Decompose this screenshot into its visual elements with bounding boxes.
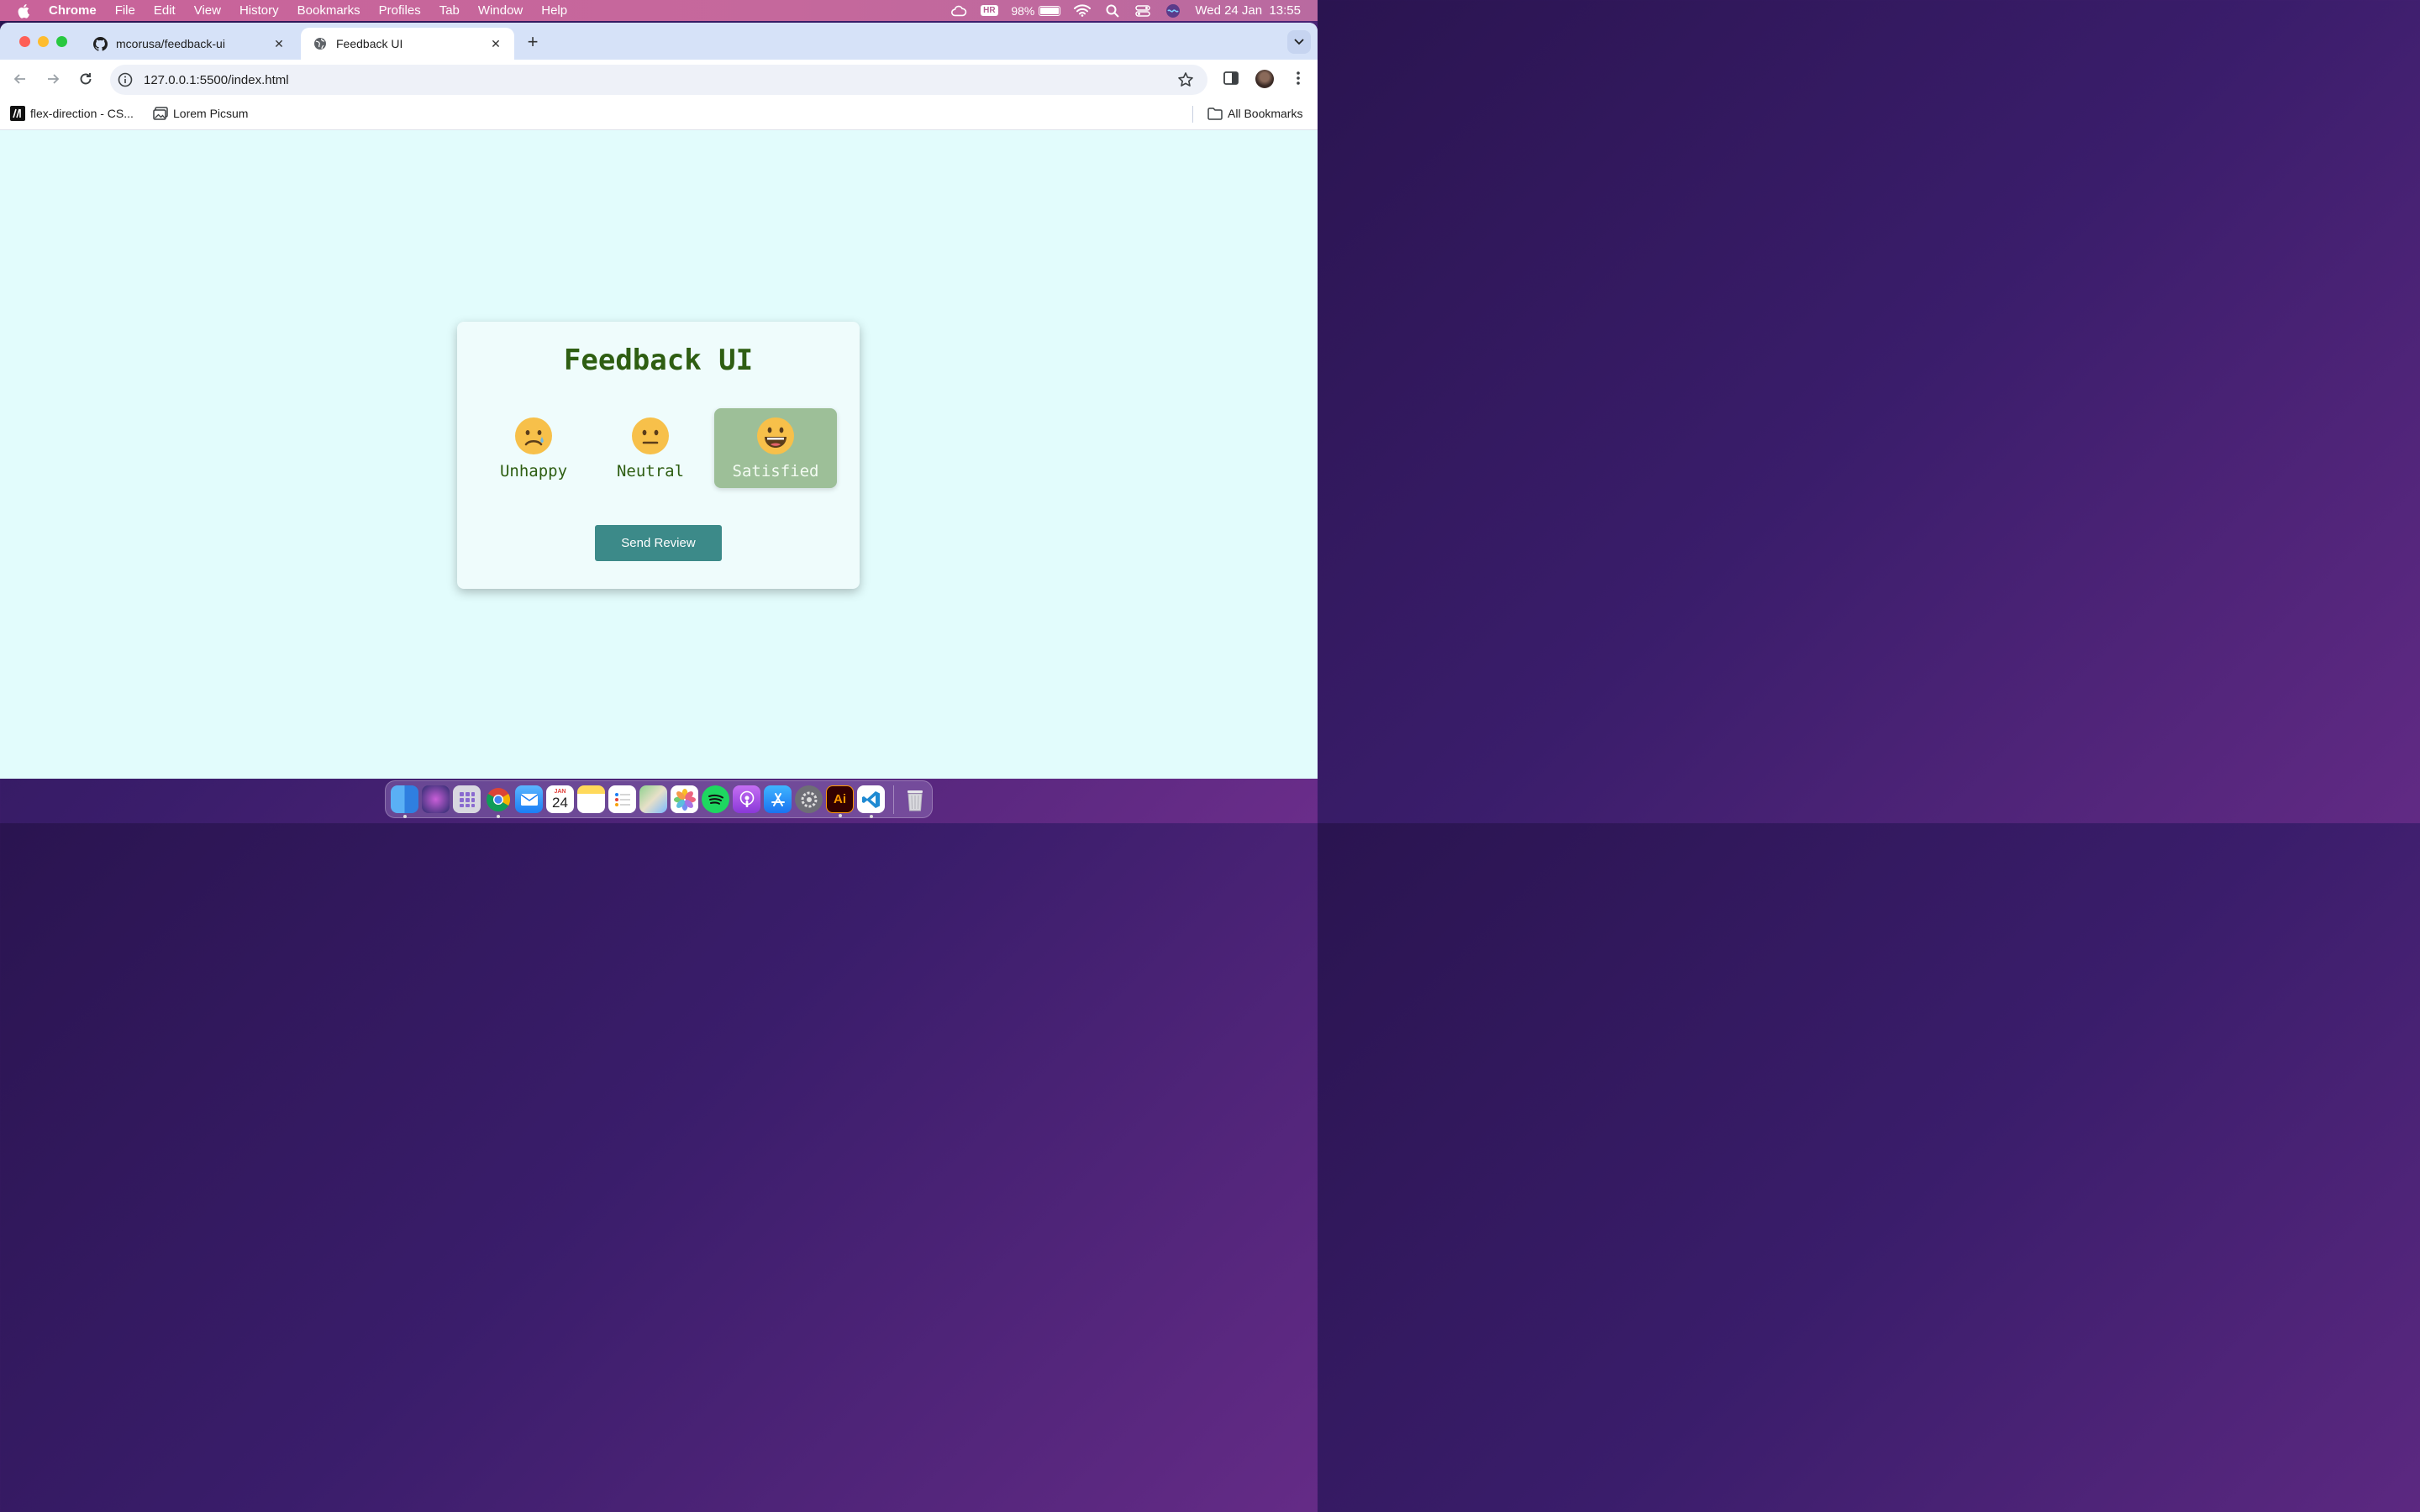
- send-review-button[interactable]: Send Review: [595, 525, 722, 561]
- finder-icon[interactable]: [391, 785, 418, 818]
- close-window-button[interactable]: [19, 36, 30, 47]
- more-menu-icon[interactable]: [1290, 70, 1307, 87]
- happy-face-icon: [757, 417, 794, 454]
- rating-satisfied[interactable]: Satisfied: [714, 408, 837, 488]
- chevron-down-icon: [1294, 39, 1304, 45]
- rating-neutral[interactable]: Neutral: [589, 408, 712, 488]
- menu-profiles[interactable]: Profiles: [379, 0, 421, 21]
- sad-face-icon: [515, 417, 552, 454]
- illustrator-label: Ai: [834, 792, 846, 806]
- reload-button[interactable]: [76, 69, 96, 89]
- tab-title: Feedback UI: [336, 37, 403, 50]
- github-icon: [92, 36, 108, 51]
- menu-app-name[interactable]: Chrome: [49, 0, 97, 21]
- menu-clock[interactable]: Wed 24 Jan 13:55: [1195, 3, 1301, 18]
- mail-icon[interactable]: [515, 785, 543, 813]
- battery-icon: [1039, 5, 1061, 16]
- reload-icon: [80, 73, 92, 85]
- launchpad-icon[interactable]: [453, 785, 481, 813]
- mdn-icon: [10, 106, 25, 121]
- battery-status[interactable]: 98%: [1011, 3, 1061, 18]
- site-info-icon[interactable]: [117, 71, 134, 88]
- window-controls: [19, 36, 75, 47]
- menu-history[interactable]: History: [239, 0, 279, 21]
- menu-help[interactable]: Help: [541, 0, 567, 21]
- back-button[interactable]: [10, 69, 30, 89]
- dock-separator: [893, 785, 894, 814]
- battery-percent: 98%: [1011, 3, 1035, 18]
- forward-button[interactable]: [43, 69, 63, 89]
- folder-icon: [1207, 106, 1223, 121]
- tab-strip: mcorusa/feedback-ui ✕ Feedback UI ✕ +: [0, 23, 1318, 60]
- menu-file[interactable]: File: [115, 0, 135, 21]
- arrow-left-icon: [13, 74, 25, 84]
- bookmarks-bar: flex-direction - CS... Lorem Picsum All …: [0, 98, 1318, 130]
- address-url: 127.0.0.1:5500/index.html: [144, 72, 289, 87]
- trash-icon[interactable]: [901, 785, 929, 813]
- page-content: Feedback UI Unhappy Neutral Satisfied Se…: [0, 131, 1318, 779]
- profile-avatar[interactable]: [1255, 70, 1274, 88]
- image-icon: [153, 106, 168, 121]
- menu-tab[interactable]: Tab: [439, 0, 460, 21]
- dock: JAN 24 Ai: [385, 780, 933, 818]
- tab-github[interactable]: mcorusa/feedback-ui ✕: [81, 28, 297, 60]
- address-bar[interactable]: 127.0.0.1:5500/index.html: [110, 65, 1207, 95]
- menu-edit[interactable]: Edit: [154, 0, 176, 21]
- neutral-face-icon: [632, 417, 669, 454]
- side-panel-icon[interactable]: [1223, 70, 1239, 87]
- system-settings-icon[interactable]: [795, 785, 823, 813]
- calendar-day: 24: [552, 794, 568, 811]
- close-tab-icon[interactable]: ✕: [489, 37, 502, 50]
- vscode-icon[interactable]: [857, 785, 885, 818]
- page-title: Feedback UI: [563, 344, 754, 377]
- chrome-icon[interactable]: [484, 785, 512, 818]
- apple-menu-icon[interactable]: [15, 2, 34, 20]
- spotlight-search-icon[interactable]: [1104, 4, 1121, 18]
- photos-icon[interactable]: [671, 785, 698, 813]
- all-bookmarks-label: All Bookmarks: [1228, 107, 1303, 120]
- bookmark-label: Lorem Picsum: [173, 107, 249, 120]
- siri-app-icon[interactable]: [422, 785, 450, 813]
- notes-icon[interactable]: [577, 785, 605, 813]
- podcasts-icon[interactable]: [733, 785, 760, 813]
- calendar-icon[interactable]: JAN 24: [546, 785, 574, 813]
- hr-status-icon[interactable]: HR: [981, 4, 998, 18]
- bookmark-flex-direction[interactable]: flex-direction - CS...: [10, 106, 134, 121]
- bookmarks-divider: [1192, 106, 1193, 123]
- arrow-right-icon: [48, 74, 60, 84]
- app-store-icon[interactable]: [764, 785, 792, 813]
- tab-feedback-ui[interactable]: Feedback UI ✕: [301, 28, 514, 60]
- tab-title: mcorusa/feedback-ui: [116, 37, 225, 50]
- bookmark-star-icon[interactable]: [1177, 71, 1194, 88]
- menu-view[interactable]: View: [194, 0, 221, 21]
- illustrator-icon[interactable]: Ai: [826, 785, 854, 817]
- creative-cloud-icon[interactable]: [950, 4, 967, 18]
- siri-icon[interactable]: [1165, 3, 1181, 18]
- rating-label: Satisfied: [732, 462, 819, 480]
- wifi-icon[interactable]: [1074, 4, 1092, 18]
- rating-label: Unhappy: [499, 462, 568, 480]
- menu-bookmarks[interactable]: Bookmarks: [297, 0, 360, 21]
- new-tab-button[interactable]: +: [523, 31, 543, 52]
- rating-label: Neutral: [616, 462, 685, 480]
- menu-bar: Chrome File Edit View History Bookmarks …: [0, 0, 1318, 21]
- bookmark-label: flex-direction - CS...: [30, 107, 134, 120]
- globe-icon: [313, 36, 328, 51]
- spotify-icon[interactable]: [702, 785, 729, 813]
- browser-window: mcorusa/feedback-ui ✕ Feedback UI ✕ + 12…: [0, 23, 1318, 779]
- rating-unhappy[interactable]: Unhappy: [472, 408, 595, 488]
- browser-toolbar: 127.0.0.1:5500/index.html: [0, 60, 1318, 98]
- menu-window[interactable]: Window: [478, 0, 523, 21]
- zoom-window-button[interactable]: [56, 36, 67, 47]
- reminders-icon[interactable]: [608, 785, 636, 813]
- hr-badge-label: HR: [981, 5, 998, 16]
- maps-icon[interactable]: [639, 785, 667, 813]
- control-center-icon[interactable]: [1134, 4, 1151, 18]
- tab-search-button[interactable]: [1287, 30, 1311, 54]
- feedback-card: Feedback UI Unhappy Neutral Satisfied Se…: [457, 322, 860, 589]
- bookmark-lorem-picsum[interactable]: Lorem Picsum: [153, 106, 248, 121]
- all-bookmarks-button[interactable]: All Bookmarks: [1207, 106, 1302, 121]
- minimize-window-button[interactable]: [38, 36, 49, 47]
- close-tab-icon[interactable]: ✕: [272, 37, 286, 50]
